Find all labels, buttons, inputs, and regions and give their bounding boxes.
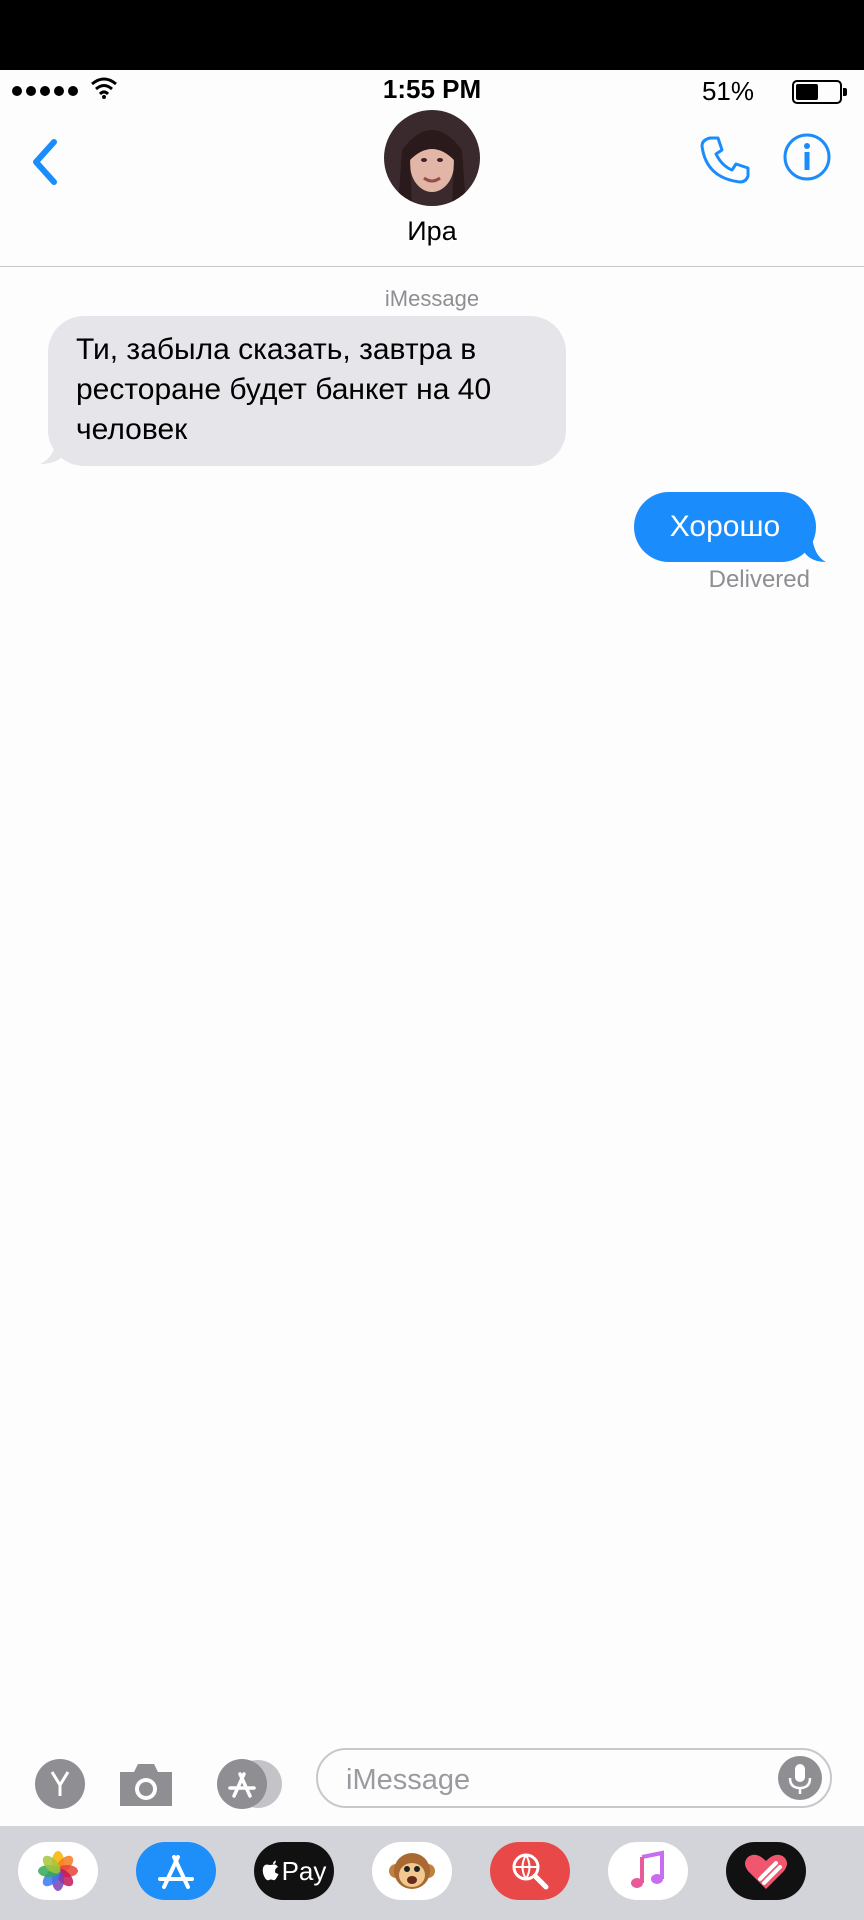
- microphone-icon[interactable]: [778, 1756, 822, 1800]
- web-search-app-icon[interactable]: [490, 1842, 570, 1900]
- chevron-left-icon[interactable]: [22, 130, 72, 190]
- battery-percent: 51%: [701, 76, 754, 106]
- message-composer: iMessage: [0, 1730, 864, 1826]
- camera-icon[interactable]: [116, 1760, 176, 1810]
- message-input[interactable]: iMessage: [316, 1748, 832, 1808]
- outgoing-message-bubble[interactable]: Хорошо: [634, 492, 816, 562]
- apple-pay-app-icon[interactable]: Pay: [254, 1842, 334, 1900]
- y-icon[interactable]: [34, 1758, 86, 1810]
- digital-touch-app-icon[interactable]: [726, 1842, 806, 1900]
- battery-icon: [792, 80, 847, 104]
- conversation-header: Ира: [0, 110, 864, 267]
- contact-avatar[interactable]: [384, 110, 480, 206]
- contact-name[interactable]: Ира: [0, 216, 864, 247]
- message-input-placeholder: iMessage: [346, 1764, 471, 1796]
- app-drawer: Pay: [0, 1826, 864, 1920]
- phone-icon[interactable]: [696, 132, 752, 188]
- delivery-status: Delivered: [708, 566, 810, 593]
- music-app-icon[interactable]: [608, 1842, 688, 1900]
- photos-app-icon[interactable]: [18, 1842, 98, 1900]
- incoming-message-bubble[interactable]: Ти, забыла сказать, завтра в ресторане б…: [48, 316, 566, 466]
- apple-pay-label: Pay: [281, 1855, 327, 1886]
- service-label: iMessage: [384, 286, 480, 311]
- status-bar: 1:55 PM 51%: [0, 70, 864, 110]
- info-icon[interactable]: [782, 132, 832, 182]
- outgoing-bubble-tail: [802, 528, 826, 562]
- app-store-app-icon[interactable]: [136, 1842, 216, 1900]
- app-store-icon[interactable]: [214, 1758, 286, 1810]
- animoji-app-icon[interactable]: [372, 1842, 452, 1900]
- top-black-bar: [0, 0, 864, 70]
- incoming-bubble-tail: [40, 430, 68, 464]
